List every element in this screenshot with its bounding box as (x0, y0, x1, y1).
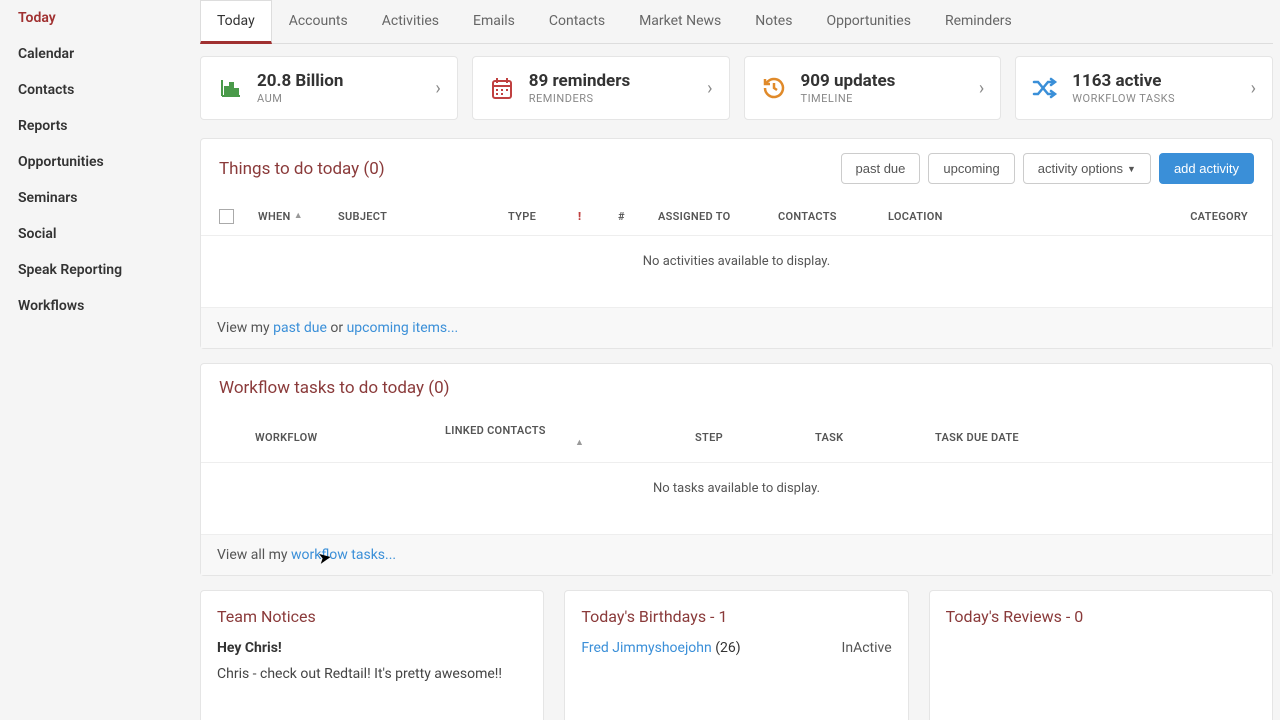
team-notices-title: Team Notices (217, 607, 527, 626)
sort-asc-icon: ▲ (294, 211, 303, 221)
history-icon (761, 75, 787, 101)
notice-heading: Hey Chris! (217, 640, 527, 656)
birthdays-title: Today's Birthdays - 1 (581, 607, 891, 626)
tab-reminders[interactable]: Reminders (928, 0, 1029, 43)
workflow-title: Workflow tasks to do today (0) (219, 378, 450, 398)
sidebar-item-contacts[interactable]: Contacts (0, 72, 193, 108)
stat-label: AUM (257, 92, 421, 105)
tab-notes[interactable]: Notes (738, 0, 809, 43)
tab-opportunities[interactable]: Opportunities (809, 0, 928, 43)
team-notices-card: Team Notices Hey Chris! Chris - check ou… (200, 590, 544, 720)
col-type[interactable]: TYPE (502, 206, 572, 227)
sidebar-item-today[interactable]: Today (0, 0, 193, 36)
stat-timeline[interactable]: 909 updates TIMELINE › (744, 56, 1002, 120)
col-assigned-to[interactable]: ASSIGNED TO (652, 206, 772, 227)
sidebar-item-reports[interactable]: Reports (0, 108, 193, 144)
workflow-tasks-link[interactable]: workflow tasks... (291, 547, 396, 563)
tab-today[interactable]: Today (200, 0, 272, 44)
col-subject[interactable]: SUBJECT (332, 206, 502, 227)
past-due-link[interactable]: past due (273, 320, 327, 336)
stat-label: REMINDERS (529, 92, 693, 105)
upcoming-items-link[interactable]: upcoming items... (347, 320, 459, 336)
reviews-title: Today's Reviews - 0 (946, 607, 1256, 626)
bar-chart-icon (217, 75, 243, 101)
notice-body: Chris - check out Redtail! It's pretty a… (217, 666, 527, 682)
col-workflow[interactable]: WORKFLOW (249, 427, 439, 448)
tab-market-news[interactable]: Market News (622, 0, 738, 43)
stat-row: 20.8 Billion AUM › 89 reminders REMINDER… (200, 56, 1273, 120)
stat-workflow-tasks[interactable]: 1163 active WORKFLOW TASKS › (1015, 56, 1273, 120)
stat-label: TIMELINE (801, 92, 965, 105)
col-linked-contacts[interactable]: LINKED CONTACTS ▲ (439, 420, 689, 454)
tab-accounts[interactable]: Accounts (272, 0, 365, 43)
past-due-button[interactable]: past due (841, 153, 921, 184)
birthdays-card: Today's Birthdays - 1 Fred Jimmyshoejohn… (564, 590, 908, 720)
activity-options-dropdown[interactable]: activity options▼ (1023, 153, 1151, 184)
tab-activities[interactable]: Activities (365, 0, 456, 43)
stat-value: 1163 active (1072, 71, 1236, 91)
bottom-cards-row: Team Notices Hey Chris! Chris - check ou… (200, 590, 1273, 720)
stat-value: 909 updates (801, 71, 965, 91)
upcoming-button[interactable]: upcoming (928, 153, 1014, 184)
chevron-right-icon: › (979, 78, 984, 99)
chevron-right-icon: › (435, 78, 440, 99)
main-content: Today Accounts Activities Emails Contact… (193, 0, 1280, 720)
stat-label: WORKFLOW TASKS (1072, 92, 1236, 105)
activities-table-header: WHEN ▲ SUBJECT TYPE ! # ASSIGNED TO CONT… (201, 198, 1272, 236)
col-contacts[interactable]: CONTACTS (772, 206, 882, 227)
birthday-status: InActive (842, 640, 892, 656)
workflow-panel: Workflow tasks to do today (0) WORKFLOW … (200, 363, 1273, 576)
workflow-empty: No tasks available to display. (201, 463, 1272, 514)
sidebar-item-calendar[interactable]: Calendar (0, 36, 193, 72)
chevron-right-icon: › (1251, 78, 1256, 99)
activities-empty: No activities available to display. (201, 236, 1272, 287)
tab-contacts[interactable]: Contacts (532, 0, 622, 43)
reviews-card: Today's Reviews - 0 (929, 590, 1273, 720)
birthday-contact-link[interactable]: Fred Jimmyshoejohn (581, 640, 711, 656)
stat-reminders[interactable]: 89 reminders REMINDERS › (472, 56, 730, 120)
sort-asc-icon: ▲ (575, 438, 584, 448)
sidebar-item-speak-reporting[interactable]: Speak Reporting (0, 252, 193, 288)
workflow-table-header: WORKFLOW LINKED CONTACTS ▲ STEP TASK TAS… (201, 412, 1272, 463)
col-task-due-date[interactable]: TASK DUE DATE (929, 427, 1254, 448)
workflow-footer: View all my workflow tasks... (201, 534, 1272, 575)
sidebar-item-social[interactable]: Social (0, 216, 193, 252)
select-all-checkbox[interactable] (219, 209, 234, 224)
calendar-icon (489, 75, 515, 101)
col-count[interactable]: # (612, 206, 652, 227)
sidebar-item-workflows[interactable]: Workflows (0, 288, 193, 324)
activities-title: Things to do today (0) (219, 159, 385, 179)
activities-footer: View my past due or upcoming items... (201, 307, 1272, 348)
sidebar: Today Calendar Contacts Reports Opportun… (0, 0, 193, 720)
add-activity-button[interactable]: add activity (1159, 153, 1254, 184)
stat-value: 20.8 Billion (257, 71, 421, 91)
stat-aum[interactable]: 20.8 Billion AUM › (200, 56, 458, 120)
col-step[interactable]: STEP (689, 427, 809, 448)
sidebar-item-opportunities[interactable]: Opportunities (0, 144, 193, 180)
col-when[interactable]: WHEN ▲ (252, 206, 332, 227)
caret-down-icon: ▼ (1127, 164, 1136, 174)
tab-bar: Today Accounts Activities Emails Contact… (200, 0, 1273, 44)
col-location[interactable]: LOCATION (882, 206, 1002, 227)
stat-value: 89 reminders (529, 71, 693, 91)
tab-emails[interactable]: Emails (456, 0, 532, 43)
sidebar-item-seminars[interactable]: Seminars (0, 180, 193, 216)
col-category[interactable]: CATEGORY (1002, 206, 1254, 227)
birthday-row: Fred Jimmyshoejohn (26) InActive (581, 640, 891, 656)
shuffle-icon (1032, 75, 1058, 101)
birthday-age: (26) (715, 640, 740, 656)
col-task[interactable]: TASK (809, 427, 929, 448)
chevron-right-icon: › (707, 78, 712, 99)
col-priority[interactable]: ! (572, 206, 612, 227)
activities-panel: Things to do today (0) past due upcoming… (200, 138, 1273, 349)
